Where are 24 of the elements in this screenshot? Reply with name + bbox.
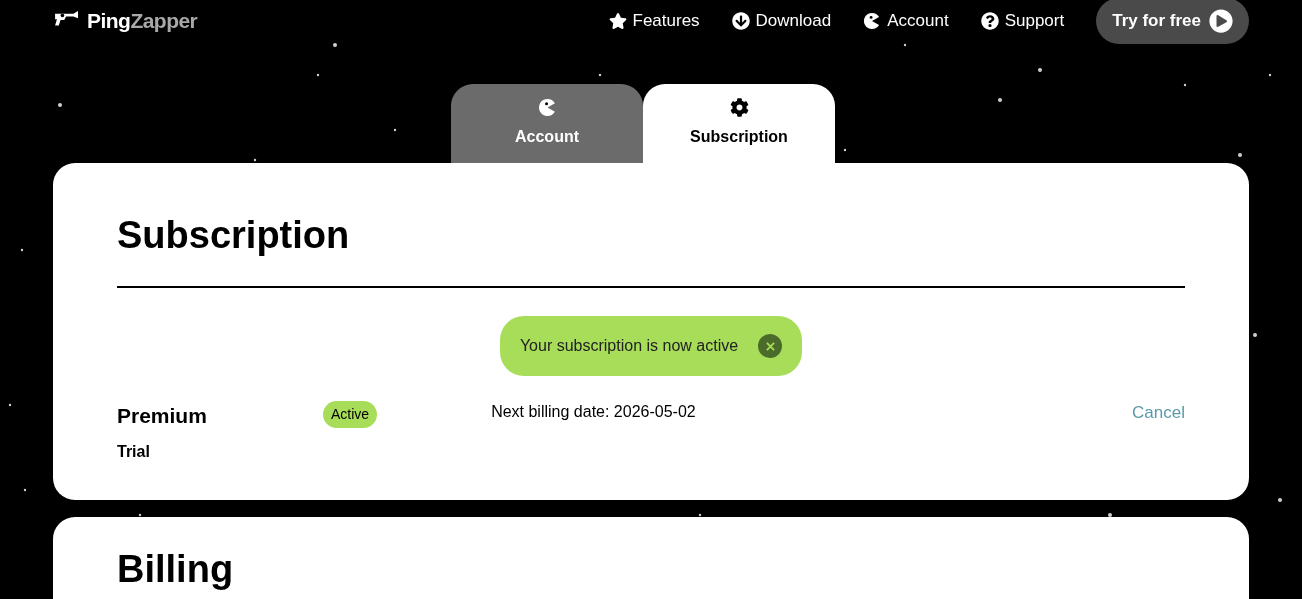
tab[interactable]: Subscription	[643, 84, 835, 163]
close-icon	[765, 341, 775, 351]
section-title: Subscription	[117, 213, 351, 258]
plan-type: Trial	[117, 441, 151, 462]
try-free-button[interactable]: Try for free	[1096, 0, 1249, 44]
pacman-icon	[537, 98, 557, 117]
settings-icon	[729, 98, 749, 117]
status-badge: Active	[323, 401, 378, 428]
plan-name: Premium	[117, 403, 208, 429]
help-icon	[980, 12, 999, 30]
nav-link[interactable]: Support	[980, 8, 1065, 34]
section-title: Billing	[117, 546, 235, 591]
nav-link[interactable]: Features	[608, 8, 700, 34]
play-icon	[1209, 9, 1233, 33]
brand-name[interactable]: PingZapper	[87, 5, 198, 37]
tab[interactable]: Account	[451, 84, 643, 163]
pacman-icon	[863, 12, 882, 30]
close-button[interactable]	[758, 334, 783, 358]
nav-link[interactable]: Account	[863, 8, 949, 34]
billing-date: Next billing date: 2026-05-02	[491, 402, 696, 422]
nav-link[interactable]: Download	[731, 8, 832, 34]
download-icon	[731, 12, 750, 30]
toast-message: Your subscription is now active	[519, 336, 739, 356]
star-icon	[608, 12, 627, 30]
